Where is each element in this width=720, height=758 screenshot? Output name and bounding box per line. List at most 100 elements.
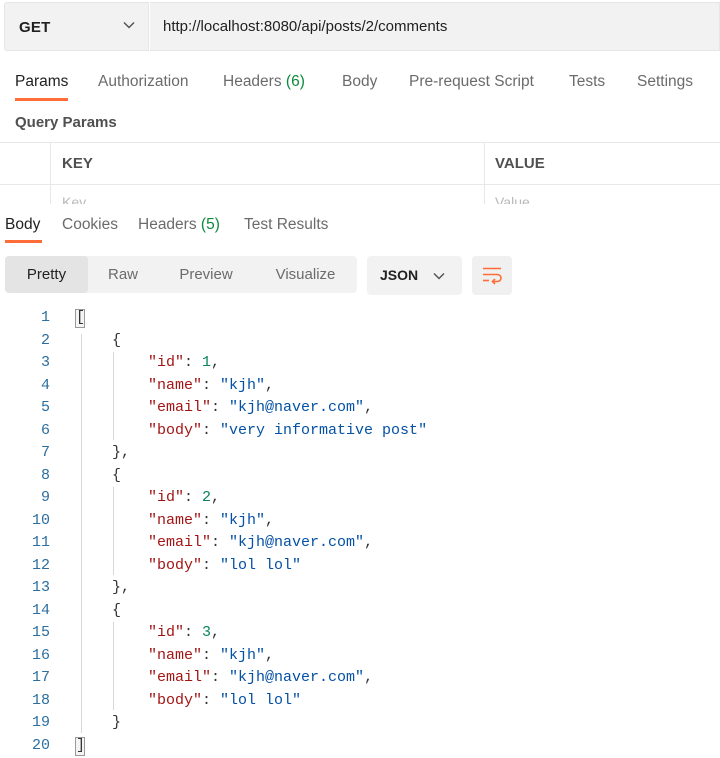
line-number: 7	[40, 444, 50, 461]
json-comma: ,	[364, 534, 374, 551]
code-text: },	[112, 579, 131, 596]
line-number: 5	[40, 399, 50, 416]
json-value: "kjh"	[220, 511, 266, 529]
code-text: "id": 3,	[148, 622, 220, 644]
view-raw-button[interactable]: Raw	[88, 256, 158, 293]
json-value: "kjh"	[220, 376, 266, 394]
code-line: 18 "body": "lol lol"	[0, 690, 720, 712]
wrap-lines-button[interactable]	[472, 256, 512, 295]
code-line: 11 "email": "kjh@naver.com",	[0, 532, 720, 554]
tab-test-results[interactable]: Test Results	[244, 216, 328, 234]
json-value: "kjh@naver.com"	[229, 534, 365, 551]
json-colon: :	[202, 646, 221, 664]
view-preview-button[interactable]: Preview	[158, 256, 254, 293]
active-tab-indicator	[15, 98, 68, 101]
line-number: 3	[40, 354, 50, 371]
json-value: 3	[202, 624, 212, 641]
wrap-lines-icon	[483, 267, 502, 285]
code-text: {	[112, 601, 122, 619]
tab-prerequest-script[interactable]: Pre-request Script	[409, 73, 534, 91]
key-input[interactable]: Key	[62, 194, 86, 204]
table-divider	[50, 142, 51, 204]
tab-cookies[interactable]: Cookies	[62, 216, 118, 234]
line-number: 13	[31, 579, 50, 596]
tab-authorization[interactable]: Authorization	[98, 73, 188, 91]
tab-response-headers[interactable]: Headers (5)	[138, 216, 220, 234]
json-value: 2	[202, 489, 212, 506]
tab-headers[interactable]: Headers (6)	[223, 73, 305, 91]
json-colon: :	[211, 399, 230, 416]
json-colon: :	[211, 534, 230, 551]
json-key: "id"	[148, 354, 185, 371]
json-colon: :	[202, 691, 221, 709]
json-colon: :	[202, 421, 221, 439]
line-number: 19	[31, 714, 50, 731]
json-value: "kjh"	[220, 646, 266, 664]
tab-response-headers-label: Headers	[138, 216, 197, 233]
code-text: "body": "lol lol"	[148, 555, 301, 577]
json-comma: ,	[364, 399, 374, 416]
json-key: "body"	[148, 421, 203, 439]
tab-params[interactable]: Params	[15, 73, 68, 91]
tab-headers-count: (6)	[285, 73, 305, 90]
code-text: },	[112, 444, 131, 461]
tab-body[interactable]: Body	[342, 73, 377, 91]
code-line: 12 "body": "lol lol"	[0, 555, 720, 577]
code-text: "email": "kjh@naver.com",	[148, 397, 373, 419]
json-comma: ,	[211, 624, 221, 641]
format-select[interactable]: JSON	[367, 256, 462, 295]
key-column-header: KEY	[62, 155, 93, 172]
code-line: 14 {	[0, 600, 720, 622]
json-key: "name"	[148, 646, 203, 664]
code-text: "name": "kjh",	[148, 375, 274, 397]
code-line: 20]	[0, 735, 720, 757]
code-line: 5 "email": "kjh@naver.com",	[0, 397, 720, 419]
json-comma: ,	[211, 489, 221, 506]
line-number: 12	[31, 556, 50, 574]
url-bar: GET http://localhost:8080/api/posts/2/co…	[0, 0, 720, 52]
line-number: 6	[40, 421, 50, 439]
line-number: 4	[40, 376, 50, 394]
url-input[interactable]: http://localhost:8080/api/posts/2/commen…	[150, 2, 720, 51]
code-text: "body": "lol lol"	[148, 690, 301, 712]
view-pretty-button[interactable]: Pretty	[5, 256, 88, 293]
code-line: 17 "email": "kjh@naver.com",	[0, 667, 720, 689]
tab-response-headers-count: (5)	[200, 216, 220, 233]
json-key: "name"	[148, 376, 203, 394]
json-colon: :	[184, 354, 203, 371]
tab-settings[interactable]: Settings	[637, 73, 693, 91]
method-select[interactable]: GET	[4, 2, 149, 51]
code-line: 2{	[0, 330, 720, 352]
code-line: 6 "body": "very informative post"	[0, 420, 720, 442]
code-line: 3 "id": 1,	[0, 352, 720, 374]
code-line: 9 "id": 2,	[0, 487, 720, 509]
table-divider	[0, 184, 720, 185]
json-key: "email"	[148, 669, 212, 686]
json-key: "body"	[148, 691, 203, 709]
tab-tests[interactable]: Tests	[569, 73, 605, 91]
code-text: "id": 1,	[148, 352, 220, 374]
code-text: "body": "very informative post"	[148, 420, 427, 442]
json-key: "name"	[148, 511, 203, 529]
line-number: 20	[31, 736, 50, 754]
view-mode-switcher: Pretty Raw Preview Visualize	[5, 256, 357, 293]
json-comma: ,	[364, 669, 374, 686]
line-number: 11	[31, 534, 50, 551]
value-input[interactable]: Value	[495, 194, 530, 204]
json-value: "very informative post"	[220, 421, 428, 439]
json-key: "email"	[148, 399, 212, 416]
code-text: {	[112, 466, 122, 484]
tab-response-body[interactable]: Body	[5, 216, 40, 234]
code-text: ]	[76, 736, 86, 754]
request-tabs: Params Authorization Headers (6) Body Pr…	[0, 64, 720, 104]
code-line: 13},	[0, 577, 720, 599]
code-text: "name": "kjh",	[148, 510, 274, 532]
json-colon: :	[202, 511, 221, 529]
view-visualize-button[interactable]: Visualize	[254, 256, 357, 293]
code-text: "email": "kjh@naver.com",	[148, 532, 373, 554]
value-column-header: VALUE	[495, 155, 545, 172]
json-colon: :	[202, 376, 221, 394]
line-number: 9	[40, 489, 50, 506]
code-text: "id": 2,	[148, 487, 220, 509]
json-key: "id"	[148, 624, 185, 641]
